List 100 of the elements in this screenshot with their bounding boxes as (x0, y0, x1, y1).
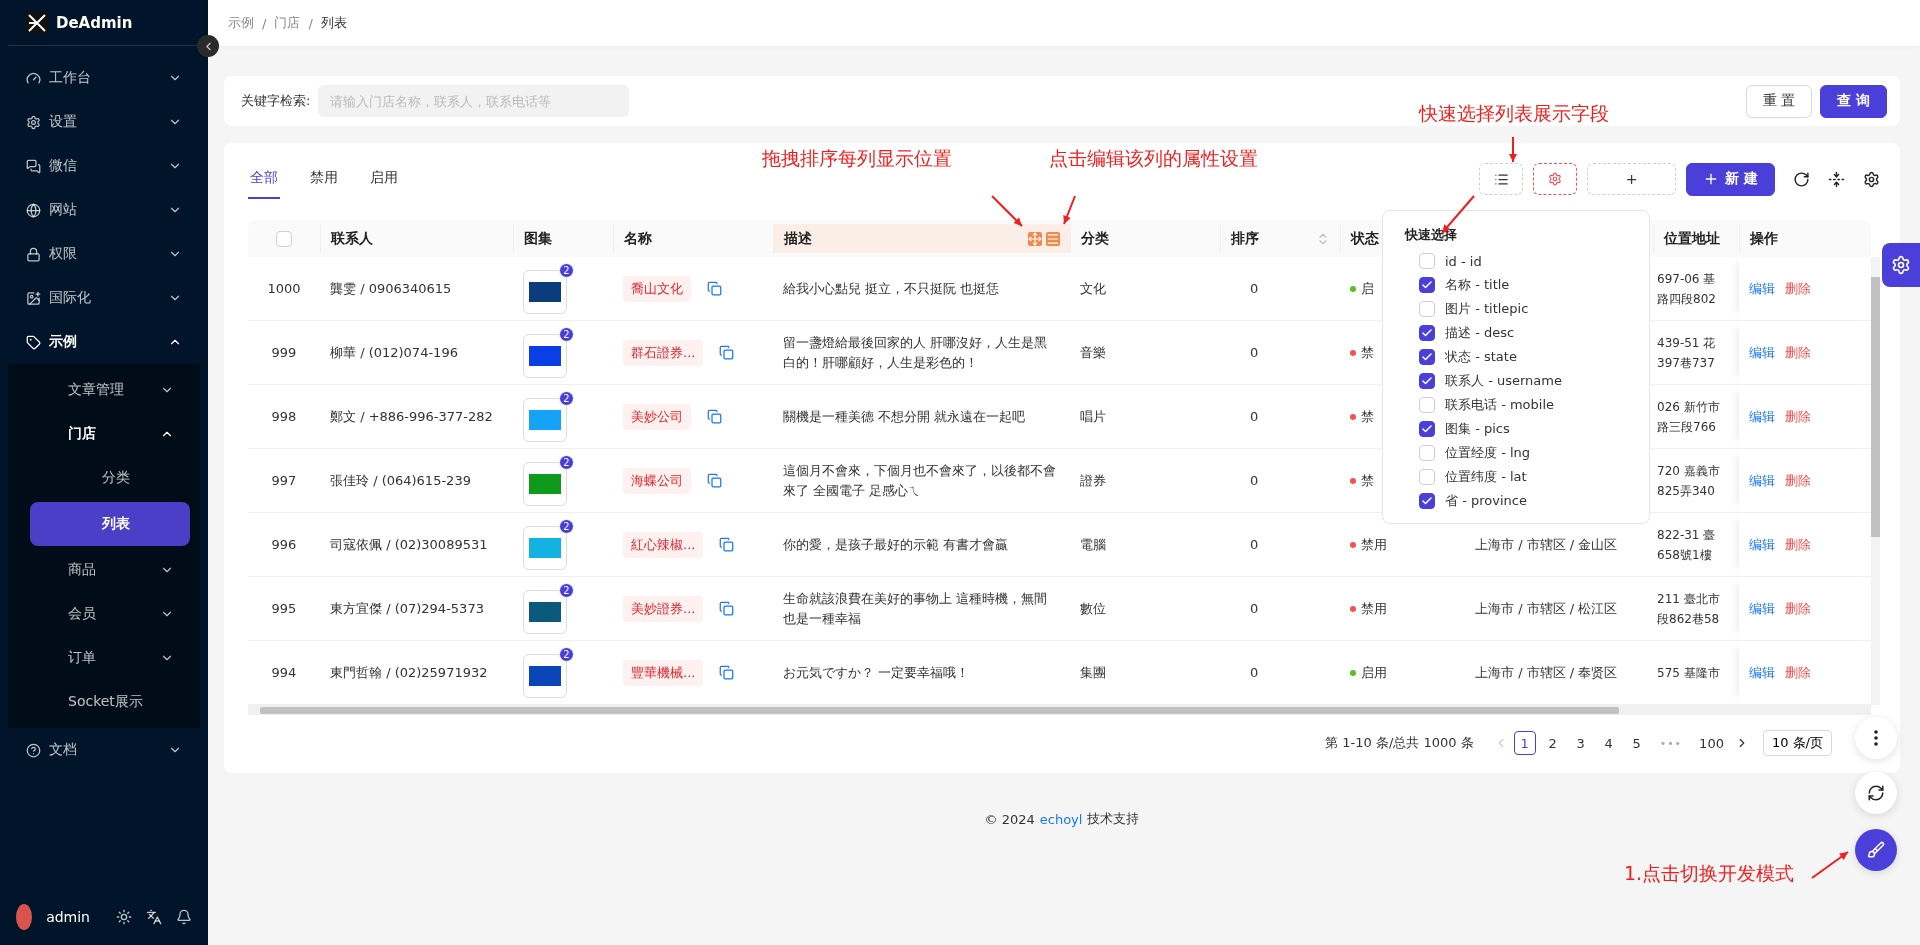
density-button[interactable] (1828, 170, 1845, 188)
vertical-scrollbar[interactable] (1871, 257, 1880, 705)
filter-tab[interactable]: 全部 (248, 159, 280, 199)
check-icon (1421, 495, 1433, 507)
column-option[interactable]: 状态 - state (1405, 345, 1627, 369)
edit-link[interactable]: 编辑 (1749, 663, 1775, 682)
notification-button[interactable] (176, 909, 192, 925)
filter-tab[interactable]: 禁用 (308, 159, 340, 199)
bell-icon (176, 909, 192, 925)
new-button[interactable]: 新 建 (1686, 162, 1775, 196)
sidebar-menu-item[interactable]: 权限 (0, 232, 208, 276)
column-option[interactable]: 描述 - desc (1405, 321, 1627, 345)
settings-side-button[interactable] (1882, 243, 1920, 287)
sidebar-menu-item[interactable]: 微信 (0, 144, 208, 188)
sidebar-menu-item[interactable]: 网站 (0, 188, 208, 232)
copy-icon[interactable] (719, 601, 735, 616)
option-checkbox[interactable] (1419, 277, 1435, 293)
sidebar-menu-item[interactable]: 分类 (8, 456, 200, 500)
column-option[interactable]: 位置经度 - lng (1405, 441, 1627, 465)
author-link[interactable]: echoyl (1039, 811, 1083, 827)
reset-button[interactable]: 重 置 (1745, 84, 1813, 118)
sidebar-menu-item[interactable]: 文档 (0, 728, 208, 772)
sidebar-menu-item[interactable]: 设置 (0, 100, 208, 144)
column-option[interactable]: 联系电话 - mobile (1405, 393, 1627, 417)
dev-mode-button[interactable] (1855, 829, 1897, 871)
option-checkbox[interactable] (1419, 493, 1435, 509)
refresh-button[interactable] (1855, 772, 1897, 814)
user-name: admin (46, 909, 90, 925)
copy-icon[interactable] (719, 537, 735, 552)
annotation-arrow (1509, 136, 1517, 163)
table-cell-text: 995 (271, 599, 297, 618)
edit-link[interactable]: 编辑 (1749, 471, 1775, 490)
address-line: 397巷737 (1657, 354, 1716, 372)
column-list-button[interactable] (1479, 163, 1524, 195)
breadcrumb-item[interactable]: 列表 (320, 14, 347, 32)
column-edit-icon[interactable] (1046, 231, 1060, 246)
language-button[interactable] (146, 909, 162, 925)
name-tag: 群石證券... (623, 339, 704, 366)
column-header: 图集 (524, 229, 552, 248)
column-option[interactable]: 联系人 - username (1405, 369, 1627, 393)
sidebar-menu-item[interactable]: 订单 (8, 636, 200, 680)
filter-tab[interactable]: 启用 (368, 159, 400, 199)
drag-handle-icon[interactable] (1028, 231, 1042, 246)
copy-icon[interactable] (719, 345, 735, 360)
add-column-button[interactable]: + (1587, 163, 1677, 195)
option-checkbox[interactable] (1419, 421, 1435, 437)
breadcrumb-item[interactable]: 示例 (228, 14, 254, 32)
gear-icon (1548, 172, 1563, 186)
sidebar-menu-item[interactable]: Socket展示 (8, 680, 200, 724)
column-option[interactable]: 省 - province (1405, 489, 1627, 513)
sidebar-menu-item[interactable]: 列表 (30, 502, 190, 546)
sidebar-menu-item[interactable]: 文章管理 (8, 368, 200, 412)
reload-button[interactable] (1793, 170, 1810, 188)
theme-button[interactable] (116, 909, 132, 925)
table-cell-text: 留一盞燈給最後回家的人 肝哪沒好，人生是黑白的！肝哪顧好，人生是彩色的！ (783, 333, 1049, 372)
menu-icon (26, 158, 41, 174)
sidebar-menu-item[interactable]: 门店 (8, 412, 200, 456)
option-checkbox[interactable] (1419, 325, 1435, 341)
status-text: 启用 (1361, 663, 1387, 682)
page-button[interactable]: 1 (1513, 731, 1536, 755)
query-button[interactable]: 查 询 (1820, 84, 1887, 118)
sidebar-menu-item[interactable]: 工作台 (0, 56, 208, 100)
column-option[interactable]: 名称 - title (1405, 273, 1627, 297)
table-cell-text: 你的愛，是孩子最好的示範 有書才會贏 (783, 535, 1009, 554)
sidebar-menu-item[interactable]: 会员 (8, 592, 200, 636)
table-cell-text: 東門哲翰 / (02)25971932 (330, 663, 488, 682)
copy-icon[interactable] (707, 409, 722, 424)
copy-icon[interactable] (707, 281, 722, 296)
copy-icon[interactable] (719, 665, 735, 680)
column-option[interactable]: 位置纬度 - lat (1405, 465, 1627, 489)
column-settings-button[interactable] (1533, 163, 1578, 195)
edit-link[interactable]: 编辑 (1749, 279, 1775, 298)
menu-icon (26, 70, 41, 86)
column-option[interactable]: id - id (1405, 249, 1627, 273)
sidebar-menu-item[interactable]: 示例 (0, 320, 208, 364)
brush-icon (1867, 841, 1885, 859)
column-option[interactable]: 图片 - titlepic (1405, 297, 1627, 321)
edit-link[interactable]: 编辑 (1749, 343, 1775, 362)
breadcrumb-item[interactable]: 门店 (274, 14, 301, 32)
copy-icon[interactable] (707, 473, 722, 488)
table-cell-text: 東方宜傑 / (07)294-5373 (330, 599, 484, 618)
gear-icon (1891, 255, 1911, 275)
column-option[interactable]: 图集 - pics (1405, 417, 1627, 441)
annotation-text: 点击编辑该列的属性设置 (1049, 146, 1258, 171)
horizontal-scrollbar[interactable] (248, 705, 1871, 715)
user-avatar[interactable] (16, 904, 33, 930)
sidebar-menu-item[interactable]: 商品 (8, 548, 200, 592)
select-all-checkbox[interactable] (276, 230, 292, 247)
edit-link[interactable]: 编辑 (1749, 535, 1775, 554)
table-settings-button[interactable] (1863, 170, 1880, 188)
sidebar-menu-item[interactable]: 国际化 (0, 276, 208, 320)
column-header: 位置地址 (1664, 229, 1720, 248)
table-cell-text: 電腦 (1080, 535, 1106, 554)
page-size-select[interactable]: 10 条/页 (1762, 730, 1832, 756)
option-checkbox[interactable] (1419, 373, 1435, 389)
edit-link[interactable]: 编辑 (1749, 407, 1775, 426)
count-badge: 2 (559, 583, 574, 598)
option-checkbox[interactable] (1419, 349, 1435, 365)
edit-link[interactable]: 编辑 (1749, 599, 1775, 618)
address-line: 822-31 臺 (1657, 526, 1717, 544)
